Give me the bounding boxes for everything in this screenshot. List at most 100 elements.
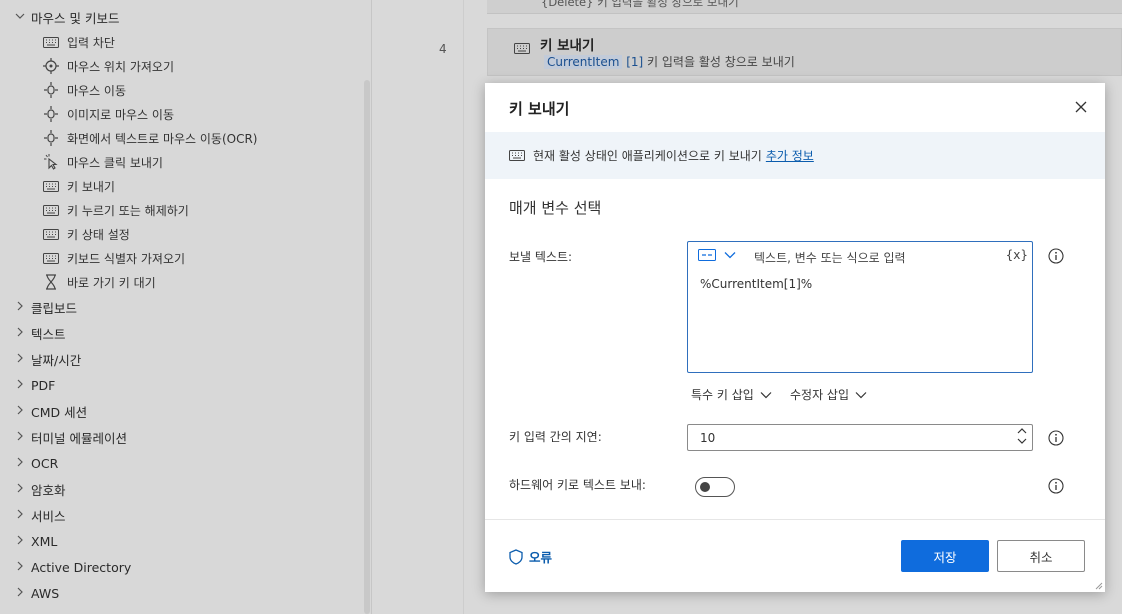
dropdown-label: 수정자 삽입 — [790, 388, 850, 402]
input-mode-dropdown[interactable] — [698, 249, 736, 261]
dropdown-label: 특수 키 삽입 — [691, 388, 754, 402]
sidebar-group-label: 암호화 — [31, 482, 66, 498]
sidebar-group[interactable]: Active Directory — [14, 555, 131, 579]
sidebar-group-label: 클립보드 — [31, 300, 78, 316]
chevron-right-icon — [14, 587, 26, 600]
dialog-title: 키 보내기 — [509, 100, 570, 118]
save-button[interactable]: 저장 — [901, 540, 989, 572]
chevron-right-icon — [14, 327, 26, 340]
chevron-down-icon — [724, 252, 736, 259]
info-icon[interactable] — [1048, 430, 1064, 446]
insert-variable-button[interactable]: {x} — [1006, 248, 1028, 262]
sidebar-action-item[interactable]: 키 누르기 또는 해제하기 — [42, 198, 189, 222]
sidebar-group[interactable]: 클립보드 — [14, 295, 77, 319]
delay-stepper[interactable] — [1017, 427, 1027, 445]
text-to-send-input[interactable]: 텍스트, 변수 또는 식으로 입력 {x} %CurrentItem[1]% — [687, 241, 1033, 373]
sidebar-action-item[interactable]: 화면에서 텍스트로 마우스 이동(OCR) — [42, 126, 258, 150]
sidebar-action-item[interactable]: 입력 차단 — [42, 30, 115, 54]
text-placeholder: 텍스트, 변수 또는 식으로 입력 — [754, 251, 906, 265]
sidebar-group[interactable]: 텍스트 — [14, 321, 66, 345]
sidebar-group-label: 마우스 및 키보드 — [31, 10, 120, 26]
sidebar-group-label: 날짜/시간 — [31, 352, 82, 368]
sidebar-group-label: 텍스트 — [31, 326, 66, 342]
chevron-up-icon[interactable] — [1017, 427, 1027, 435]
info-icon[interactable] — [1048, 478, 1064, 494]
keyboard-icon — [509, 150, 525, 161]
sidebar-action-item[interactable]: 마우스 클릭 보내기 — [42, 150, 163, 174]
sidebar-item-label: 마우스 이동 — [67, 83, 127, 98]
step-title: 키 보내기 — [540, 38, 595, 54]
hardware-keys-toggle[interactable] — [695, 477, 735, 497]
step-subtitle: CurrentItem [1] 키 입력을 활성 창으로 보내기 — [544, 53, 795, 70]
chevron-right-icon — [14, 379, 26, 392]
cancel-button[interactable]: 취소 — [997, 540, 1085, 572]
variable-index: [1] — [626, 55, 644, 69]
keyboard-icon — [42, 251, 60, 265]
sidebar-item-label: 입력 차단 — [67, 35, 115, 50]
sidebar-group-label: CMD 세션 — [31, 404, 88, 420]
hardware-keys-label: 하드웨어 키로 텍스트 보내: — [509, 478, 646, 492]
sidebar-group[interactable]: OCR — [14, 451, 58, 475]
sidebar-action-item[interactable]: 바로 가기 키 대기 — [42, 270, 156, 294]
sidebar-group[interactable]: CMD 세션 — [14, 399, 87, 423]
mouse-move-icon — [42, 106, 60, 122]
sidebar-action-item[interactable]: 키 보내기 — [42, 174, 115, 198]
close-button[interactable] — [1071, 97, 1091, 117]
insert-special-key-dropdown[interactable]: 특수 키 삽입 — [691, 386, 772, 403]
sidebar-group[interactable]: PDF — [14, 373, 55, 397]
section-title: 매개 변수 선택 — [509, 199, 602, 217]
close-icon — [1075, 101, 1087, 113]
delay-value: 10 — [700, 431, 716, 445]
delay-number-input[interactable]: 10 — [687, 424, 1033, 451]
chevron-right-icon — [14, 405, 26, 418]
sidebar-item-label: 바로 가기 키 대기 — [67, 275, 156, 290]
sidebar-action-item[interactable]: 마우스 이동 — [42, 78, 126, 102]
sidebar-group-label: 서비스 — [31, 508, 66, 524]
sidebar-scrollbar[interactable] — [364, 80, 370, 614]
sidebar-action-item[interactable]: 키보드 식별자 가져오기 — [42, 246, 185, 270]
sidebar-group[interactable]: XML — [14, 529, 57, 553]
flow-gutter: 4 — [373, 0, 464, 614]
chevron-right-icon — [14, 431, 26, 444]
mouse-move-icon — [42, 130, 60, 146]
sidebar-item-label: 화면에서 텍스트로 마우스 이동(OCR) — [67, 131, 258, 146]
text-to-send-label: 보낼 텍스트: — [509, 250, 573, 264]
sidebar-item-label: 키보드 식별자 가져오기 — [67, 251, 186, 266]
more-info-link[interactable]: 추가 정보 — [766, 147, 814, 164]
sidebar-group[interactable]: 암호화 — [14, 477, 66, 501]
hourglass-icon — [42, 274, 60, 290]
sidebar-group[interactable]: 서비스 — [14, 503, 66, 527]
chevron-right-icon — [14, 301, 26, 314]
sidebar-group[interactable]: AWS — [14, 581, 59, 605]
chevron-down-icon — [855, 391, 867, 398]
chevron-right-icon — [14, 561, 26, 574]
sidebar-group[interactable]: 날짜/시간 — [14, 347, 81, 371]
sidebar-group[interactable]: 터미널 에뮬레이션 — [14, 425, 127, 449]
sidebar-item-label: 키 상태 설정 — [67, 227, 130, 242]
actions-sidebar: 마우스 및 키보드 입력 차단마우스 위치 가져오기마우스 이동이미지로 마우스… — [0, 0, 372, 614]
sidebar-group-label: Active Directory — [31, 559, 132, 575]
sidebar-group-label: PDF — [31, 377, 56, 393]
chevron-right-icon — [14, 509, 26, 522]
keyboard-icon — [514, 43, 530, 57]
footer-divider — [485, 519, 1105, 520]
sidebar-action-item[interactable]: 키 상태 설정 — [42, 222, 130, 246]
shield-icon — [509, 548, 523, 565]
insert-modifier-dropdown[interactable]: 수정자 삽입 — [790, 386, 867, 403]
chevron-down-icon[interactable] — [1017, 437, 1027, 445]
sidebar-item-label: 마우스 위치 가져오기 — [67, 59, 174, 74]
flow-step-send-keys[interactable]: 키 보내기 CurrentItem [1] 키 입력을 활성 창으로 보내기 — [487, 28, 1122, 76]
sidebar-action-item[interactable]: 마우스 위치 가져오기 — [42, 54, 174, 78]
pointer-click-icon — [42, 154, 60, 170]
resize-grip-icon[interactable] — [1093, 580, 1103, 590]
sidebar-group-mouse-keyboard[interactable]: 마우스 및 키보드 — [14, 5, 119, 29]
variable-token: CurrentItem — [544, 55, 623, 69]
info-icon[interactable] — [1048, 248, 1064, 264]
flow-step-previous[interactable]: {Delete} 키 입력을 활성 창으로 보내기 — [487, 0, 1122, 14]
chevron-right-icon — [14, 457, 26, 470]
step-number: 4 — [439, 42, 447, 56]
error-label: 오류 — [529, 550, 553, 565]
sidebar-group-label: OCR — [31, 455, 59, 471]
error-handling-button[interactable]: 오류 — [509, 547, 552, 566]
sidebar-action-item[interactable]: 이미지로 마우스 이동 — [42, 102, 174, 126]
